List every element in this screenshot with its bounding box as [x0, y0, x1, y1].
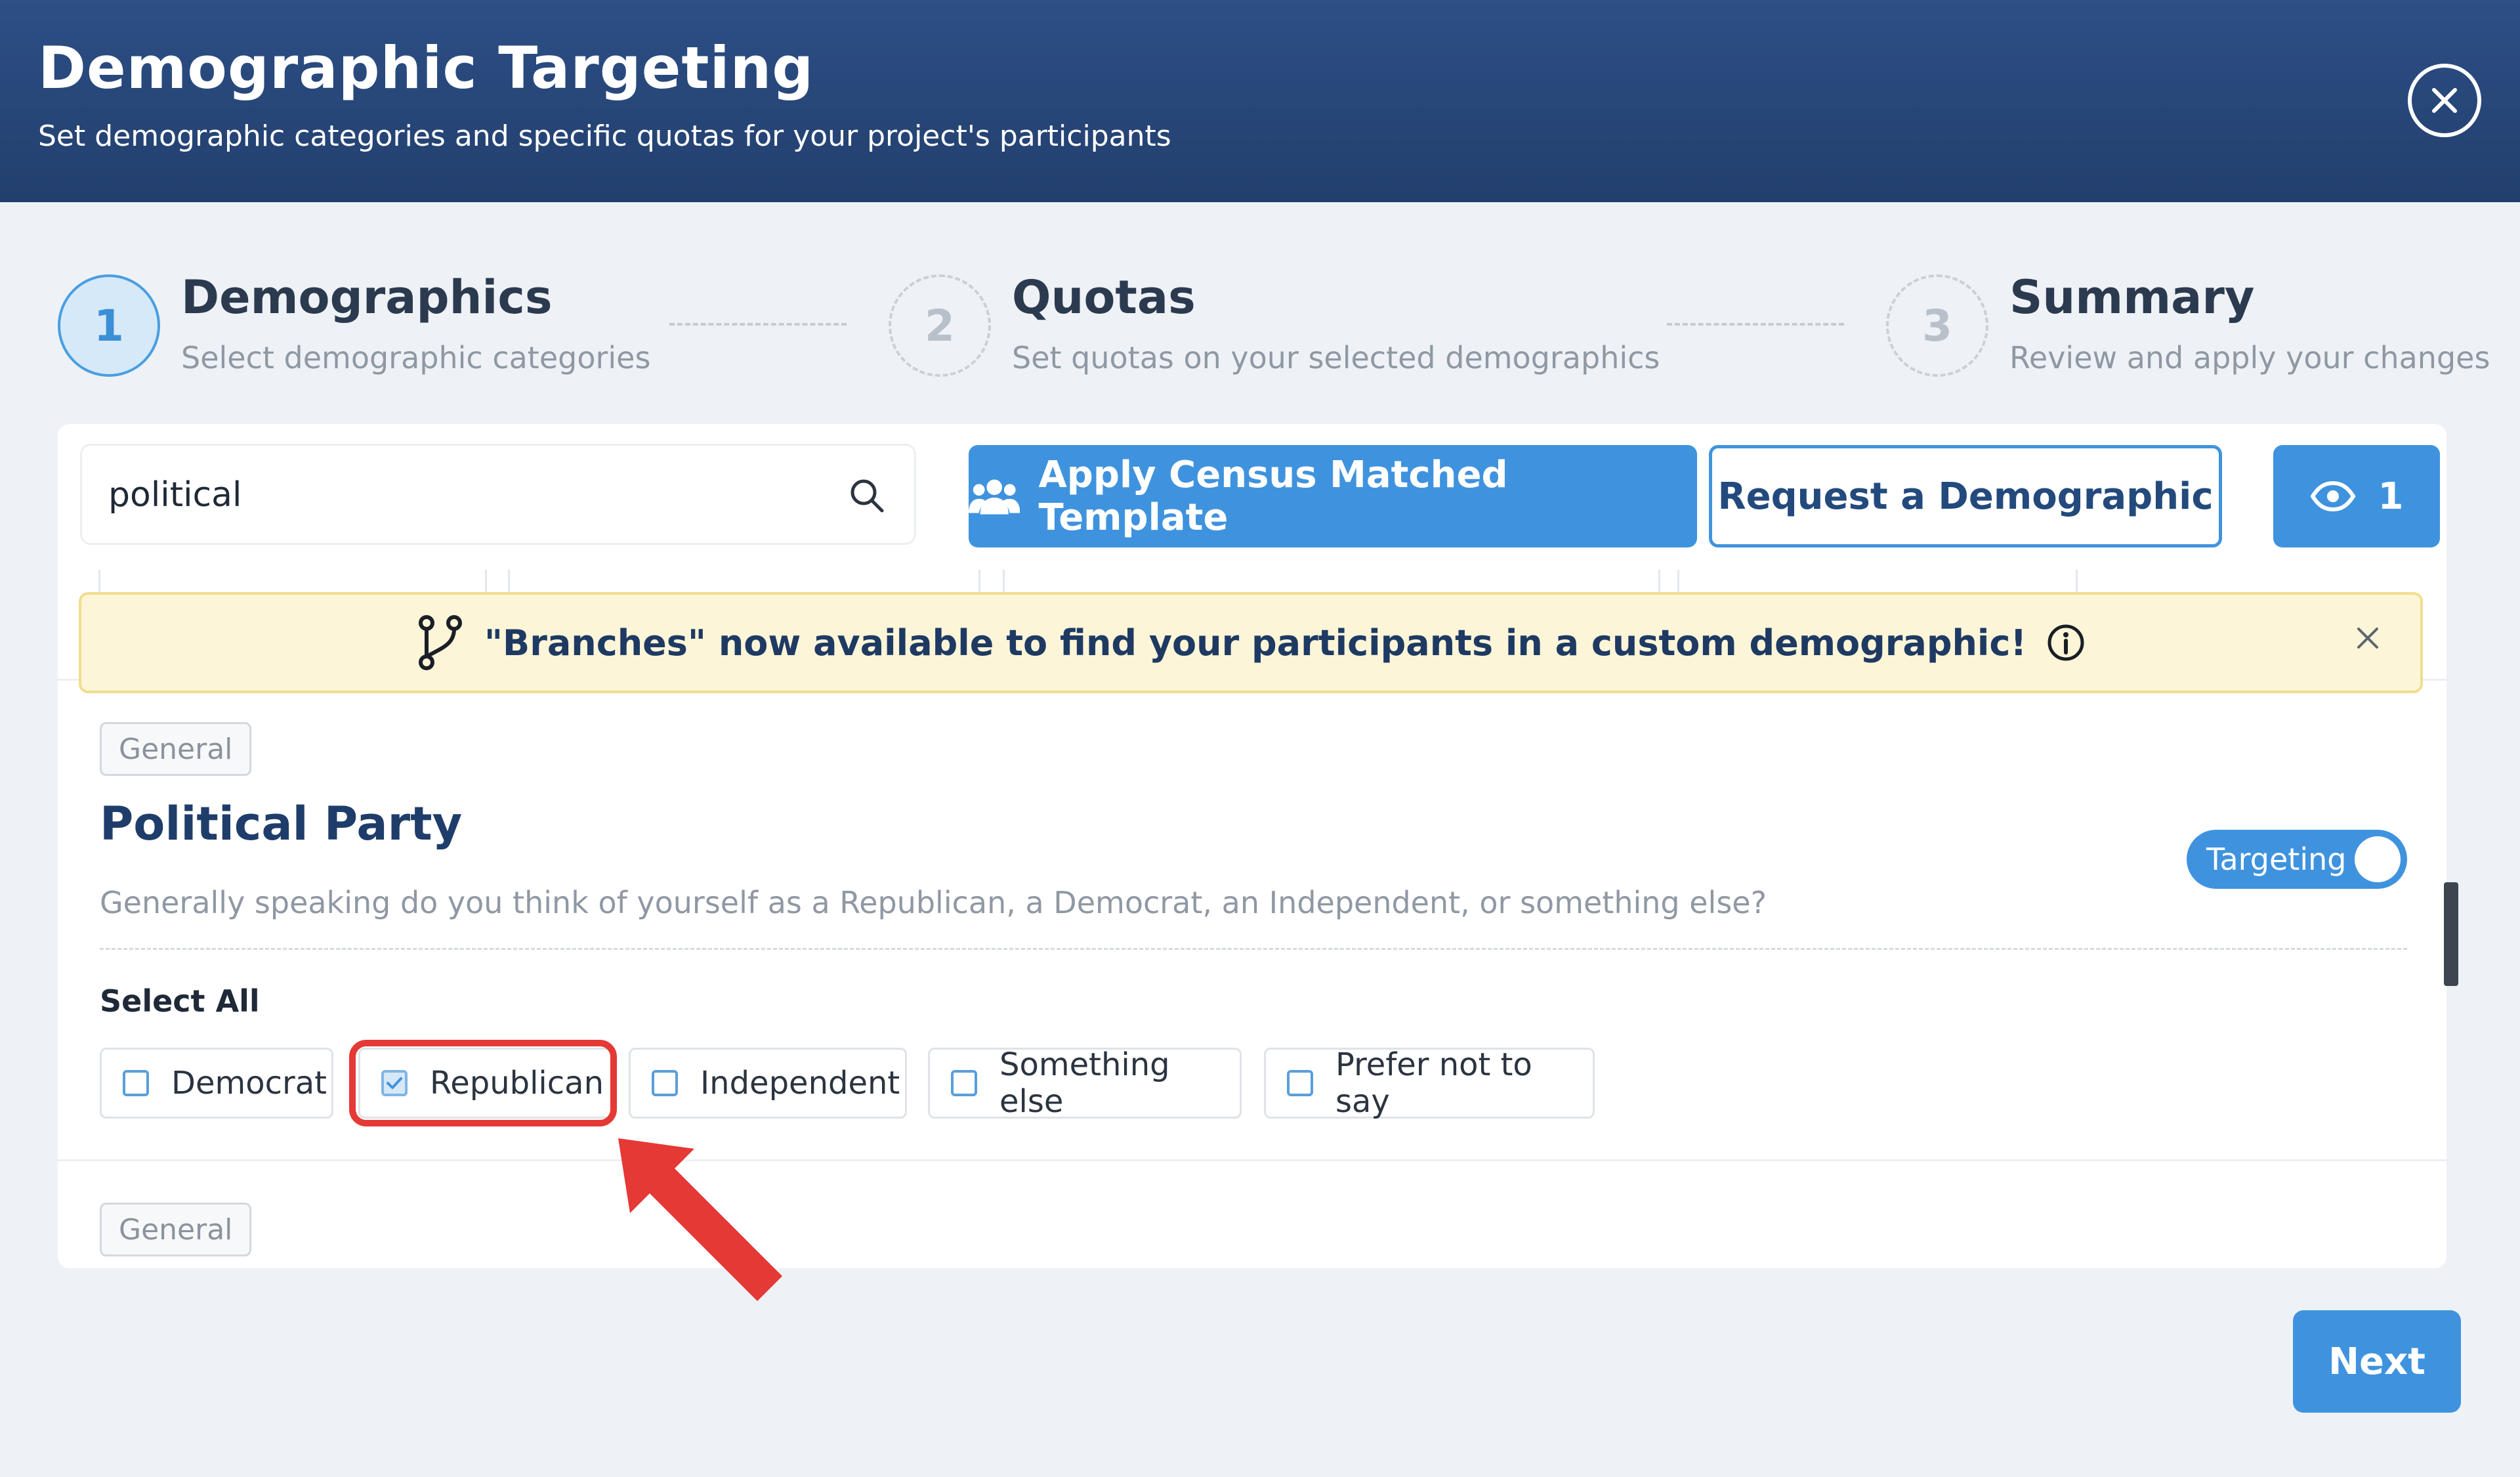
annotation-arrow-icon — [618, 1138, 782, 1301]
modal-title: Demographic Targeting — [38, 34, 814, 102]
step-2-circle[interactable]: 2 — [889, 274, 991, 377]
select-all-link[interactable]: Select All — [100, 983, 260, 1019]
section-title: Political Party — [100, 797, 463, 851]
selected-count: 1 — [2378, 475, 2404, 518]
close-button[interactable] — [2408, 64, 2481, 137]
option-something-else[interactable]: Something else — [928, 1046, 1242, 1120]
modal-subtitle: Set demographic categories and specific … — [38, 119, 1171, 153]
demographics-panel: Apply Census Matched Template Request a … — [58, 424, 2446, 1268]
category-tag: General — [100, 1203, 252, 1256]
step-connector — [1667, 323, 1844, 326]
option-label: Democrat — [171, 1065, 327, 1102]
info-icon[interactable] — [2046, 623, 2086, 662]
close-icon — [2432, 88, 2457, 113]
checkbox[interactable] — [951, 1070, 977, 1096]
branches-banner: "Branches" now available to find your pa… — [79, 592, 2423, 693]
toggle-knob — [2355, 836, 2401, 882]
dashed-separator — [100, 948, 2407, 950]
option-label: Something else — [999, 1046, 1170, 1120]
modal-header: Demographic Targeting Set demographic ca… — [0, 0, 2520, 202]
checkbox[interactable] — [652, 1070, 678, 1096]
scrollbar-thumb[interactable] — [2444, 882, 2458, 986]
option-democrat[interactable]: Democrat — [100, 1048, 333, 1119]
branches-banner-text: "Branches" now available to find your pa… — [484, 622, 2027, 664]
apply-census-template-label: Apply Census Matched Template — [1038, 454, 1508, 539]
step-2-subtitle: Set quotas on your selected demographics — [1012, 340, 1660, 375]
step-connector — [669, 323, 847, 326]
option-prefer-not-to-say[interactable]: Prefer not to say — [1264, 1046, 1595, 1120]
option-label: Prefer not to say — [1335, 1046, 1532, 1120]
banner-close-icon[interactable] — [2355, 625, 2381, 651]
apply-census-template-button[interactable]: Apply Census Matched Template — [969, 445, 1697, 547]
search-input[interactable] — [108, 465, 817, 524]
step-1-subtitle: Select demographic categories — [181, 340, 651, 375]
request-demographic-button[interactable]: Request a Demographic — [1709, 445, 2222, 547]
search-icon[interactable] — [849, 477, 885, 514]
targeting-toggle-label: Targeting — [2206, 842, 2347, 877]
checkbox[interactable] — [123, 1070, 149, 1096]
step-1-title: Demographics — [181, 270, 553, 324]
view-selected-button[interactable]: 1 — [2273, 445, 2440, 547]
annotation-highlight — [349, 1040, 617, 1126]
eye-icon — [2309, 481, 2356, 512]
search-box[interactable] — [80, 444, 916, 545]
step-3-circle[interactable]: 3 — [1886, 274, 1988, 377]
step-3-title: Summary — [2009, 270, 2255, 324]
option-label: Independent — [700, 1065, 900, 1102]
users-icon — [969, 479, 1020, 515]
checkbox[interactable] — [1287, 1070, 1313, 1096]
branch-icon — [418, 615, 462, 670]
section-divider — [58, 1159, 2446, 1161]
option-independent[interactable]: Independent — [629, 1048, 907, 1119]
step-1-circle[interactable]: 1 — [58, 274, 160, 377]
next-button[interactable]: Next — [2293, 1310, 2461, 1413]
step-3-subtitle: Review and apply your changes — [2009, 340, 2490, 375]
category-tag: General — [100, 722, 252, 776]
section-question: Generally speaking do you think of yours… — [100, 885, 1767, 920]
targeting-toggle[interactable]: Targeting — [2187, 830, 2407, 889]
step-2-title: Quotas — [1012, 270, 1196, 324]
